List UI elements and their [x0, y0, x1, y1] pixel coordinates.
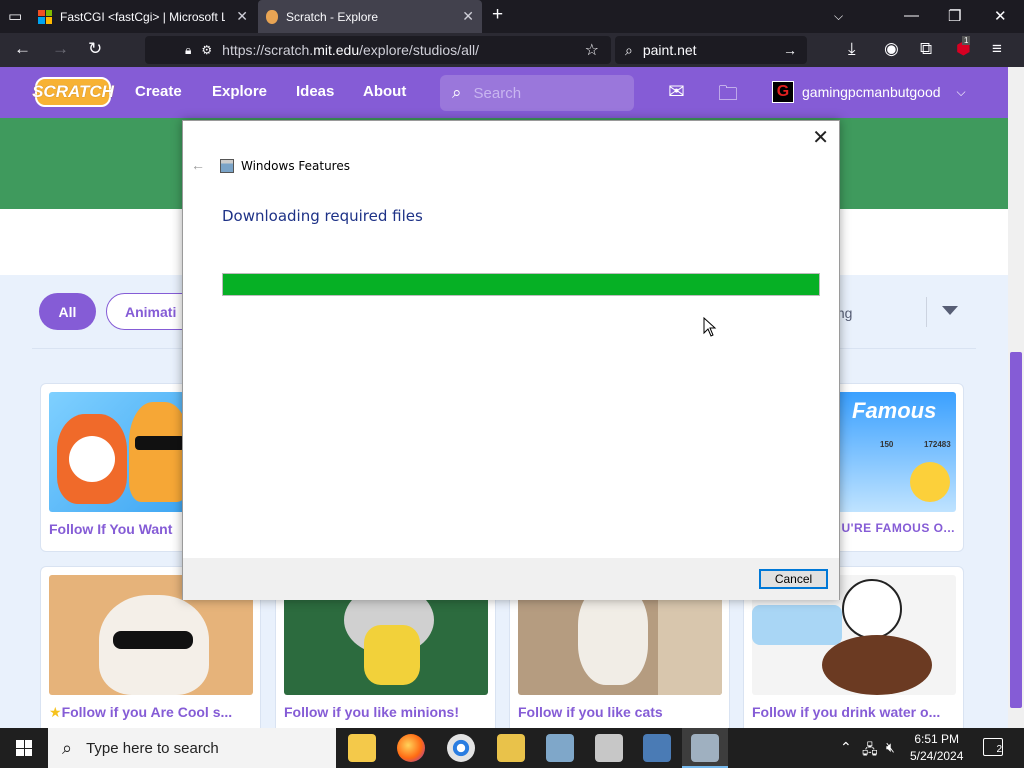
url-text[interactable]: https://scratch.mit.edu/explore/studios/…: [222, 42, 479, 58]
scratch-search-input[interactable]: ⌕ Search: [440, 75, 634, 111]
volume-muted-icon[interactable]: 🔇︎: [886, 739, 895, 756]
microsoft-icon: [38, 9, 52, 24]
studio-title[interactable]: Follow if you like minions!: [284, 704, 494, 720]
paint-icon[interactable]: [546, 734, 574, 762]
chevron-down-icon: ⌵: [956, 84, 966, 99]
nav-create[interactable]: Create: [135, 83, 182, 100]
tab-fastcgi[interactable]: FastCGI <fastCgi> | Microsoft Le ✕: [30, 0, 256, 33]
search-bar[interactable]: ⌕ paint.net →: [615, 36, 807, 64]
tab-label: FastCGI <fastCgi> | Microsoft Le: [60, 9, 225, 24]
network-icon[interactable]: 🖧︎: [862, 739, 878, 763]
divider: [926, 297, 927, 327]
tab-label: Scratch - Explore: [286, 9, 379, 24]
minimize-icon[interactable]: —: [904, 7, 919, 24]
search-icon: ⌕: [625, 41, 633, 58]
windows-features-app-icon: [691, 734, 719, 762]
scratch-header: SCRATCH Create Explore Ideas About ⌕ Sea…: [0, 67, 1008, 118]
windows-features-dialog: ✕ ← Windows Features Downloading require…: [182, 120, 840, 600]
messages-icon[interactable]: ✉: [668, 79, 685, 104]
menu-icon[interactable]: ≡: [992, 39, 1002, 59]
start-button[interactable]: [0, 728, 48, 768]
clock-date: 5/24/2024: [910, 749, 964, 763]
nav-about[interactable]: About: [363, 83, 406, 100]
windows-features-icon: [220, 159, 234, 173]
chrome-icon[interactable]: [447, 734, 475, 762]
bookmark-star-icon[interactable]: ☆: [585, 40, 599, 60]
username: gamingpcmanbutgood: [802, 84, 941, 100]
nav-ideas[interactable]: Ideas: [296, 83, 334, 100]
app-icon[interactable]: [497, 734, 525, 762]
permissions-icon[interactable]: ⚙︎: [201, 43, 212, 57]
windows-logo-icon: [16, 740, 32, 756]
chevron-down-icon[interactable]: ⌵: [834, 9, 843, 24]
back-icon[interactable]: ←: [14, 39, 31, 59]
my-stuff-folder-icon[interactable]: 🗀︎: [718, 79, 738, 113]
account-icon[interactable]: ◉: [884, 39, 899, 59]
go-arrow-icon[interactable]: →: [783, 42, 797, 58]
search-icon: ⌕: [62, 737, 73, 758]
new-tab-icon[interactable]: +: [492, 4, 503, 26]
close-icon[interactable]: ✕: [236, 8, 248, 25]
search-value[interactable]: paint.net: [643, 42, 697, 58]
caret-down-icon[interactable]: [942, 306, 958, 315]
forward-icon[interactable]: →: [52, 39, 69, 59]
dialog-heading: Downloading required files: [222, 207, 423, 225]
notifications-icon[interactable]: 2: [983, 738, 1003, 756]
notification-count: 2: [996, 744, 1002, 755]
extensions-icon[interactable]: ⧉: [920, 39, 932, 59]
scrollbar-thumb[interactable]: [1010, 352, 1022, 708]
dialog-footer: [183, 558, 839, 600]
studio-title[interactable]: Follow if you drink water o...: [752, 704, 962, 720]
download-progress-bar: [222, 273, 820, 296]
lock-icon[interactable]: 🔒︎: [185, 43, 191, 58]
browser-tab-strip: ▭ FastCGI <fastCgi> | Microsoft Le ✕ Scr…: [0, 0, 1024, 33]
close-icon[interactable]: ✕: [812, 125, 829, 150]
show-hidden-icons-icon[interactable]: ⌃: [840, 739, 852, 756]
user-menu[interactable]: G gamingpcmanbutgood ⌵: [772, 81, 966, 103]
file-explorer-icon[interactable]: [348, 734, 376, 762]
reload-icon[interactable]: ↻: [88, 39, 102, 59]
url-bar[interactable]: 🔒︎ ⚙︎ https://scratch.mit.edu/explore/st…: [145, 36, 611, 64]
app-icon[interactable]: [595, 734, 623, 762]
studio-title[interactable]: U'RE FAMOUS O...: [825, 521, 955, 535]
downloads-icon[interactable]: ⤓: [848, 39, 856, 59]
extension-badge: 1: [962, 36, 971, 45]
filter-all[interactable]: All: [39, 293, 96, 330]
avatar: G: [772, 81, 794, 103]
app-icon[interactable]: [643, 734, 671, 762]
scratch-logo[interactable]: SCRATCH: [32, 77, 114, 107]
thumb-heading: Famous: [852, 398, 937, 423]
windows-taskbar: ⌕ Type here to search ⌃ 🖧︎ 🔇︎ 6:51 PM 5/…: [0, 728, 1024, 768]
star-icon: ★: [49, 704, 62, 720]
restore-icon[interactable]: ❐: [948, 7, 961, 25]
window-close-icon[interactable]: ✕: [994, 7, 1007, 25]
close-icon[interactable]: ✕: [462, 8, 474, 25]
scratch-icon: [266, 9, 278, 24]
dialog-app-title: Windows Features: [241, 159, 350, 173]
search-placeholder: Search: [473, 84, 522, 102]
nav-explore[interactable]: Explore: [212, 83, 267, 100]
cancel-button[interactable]: Cancel: [759, 569, 828, 589]
thumb-stat: 150: [880, 440, 894, 449]
studio-title[interactable]: Follow if you like cats: [518, 704, 728, 720]
taskbar-search-placeholder: Type here to search: [86, 739, 219, 757]
taskbar-active-app[interactable]: [682, 728, 728, 768]
system-clock[interactable]: 6:51 PM 5/24/2024: [910, 731, 963, 765]
search-icon: ⌕: [452, 83, 462, 102]
tab-scratch-explore[interactable]: Scratch - Explore ✕: [258, 0, 482, 33]
progress-fill: [223, 274, 819, 295]
studio-title[interactable]: ★Follow if you Are Cool s...: [49, 704, 259, 721]
mouse-cursor-icon: [703, 317, 717, 337]
taskbar-search-input[interactable]: ⌕ Type here to search: [48, 728, 336, 768]
clock-time: 6:51 PM: [914, 732, 960, 746]
firefox-icon[interactable]: [397, 734, 425, 762]
thumb-stat: 172483: [924, 440, 951, 449]
back-arrow-icon: ←: [191, 157, 205, 173]
tab-list-icon[interactable]: ▭: [8, 7, 22, 25]
browser-toolbar: ← → ↻ ⛉ 🔒︎ ⚙︎ https://scratch.mit.edu/ex…: [0, 33, 1024, 67]
